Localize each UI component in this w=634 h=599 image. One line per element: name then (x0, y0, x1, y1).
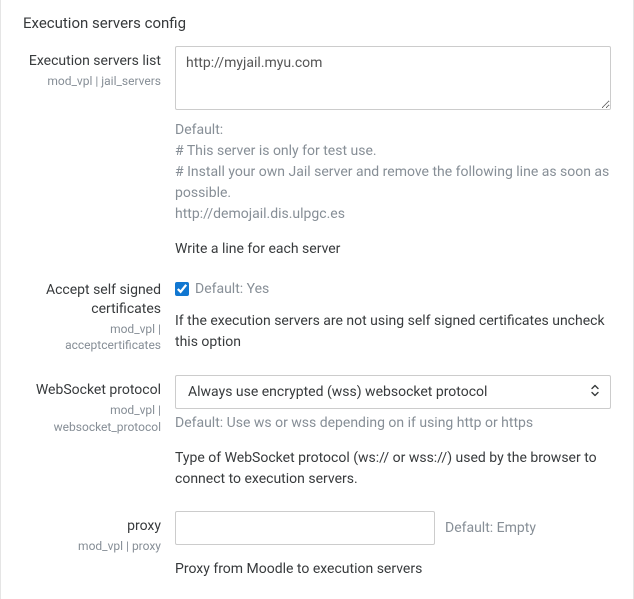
proxy-default: Default: Empty (445, 520, 536, 536)
accept-cert-sublabel: mod_vpl | acceptcertificates (23, 321, 161, 353)
accept-cert-checkbox[interactable] (175, 282, 189, 296)
proxy-input[interactable] (175, 511, 435, 545)
accept-cert-description: If the execution servers are not using s… (175, 311, 611, 352)
servers-list-description: Write a line for each server (175, 239, 611, 259)
row-ws-protocol: WebSocket protocol mod_vpl | websocket_p… (1, 353, 633, 489)
proxy-sublabel: mod_vpl | proxy (23, 538, 161, 554)
ws-protocol-label: WebSocket protocol (23, 381, 161, 400)
servers-list-sublabel: mod_vpl | jail_servers (23, 73, 161, 89)
ws-protocol-select[interactable]: Always use encrypted (wss) websocket pro… (175, 375, 611, 409)
servers-list-label: Execution servers list (23, 52, 161, 71)
section-title: Execution servers config (1, 8, 633, 36)
accept-cert-default: Default: Yes (195, 281, 269, 297)
row-proxy: proxy mod_vpl | proxy Default: Empty Pro… (1, 489, 633, 579)
proxy-label: proxy (23, 517, 161, 536)
accept-cert-label: Accept self signed certificates (23, 281, 161, 319)
ws-protocol-default: Default: Use ws or wss depending on if u… (175, 413, 611, 434)
servers-list-textarea[interactable] (175, 46, 611, 110)
ws-protocol-sublabel: mod_vpl | websocket_protocol (23, 402, 161, 434)
ws-protocol-description: Type of WebSocket protocol (ws:// or wss… (175, 448, 611, 489)
proxy-description: Proxy from Moodle to execution servers (175, 559, 611, 579)
row-servers-list: Execution servers list mod_vpl | jail_se… (1, 36, 633, 259)
row-accept-cert: Accept self signed certificates mod_vpl … (1, 259, 633, 353)
servers-list-default: Default: # This server is only for test … (175, 120, 611, 225)
execution-servers-config-panel: Execution servers config Execution serve… (0, 0, 634, 599)
